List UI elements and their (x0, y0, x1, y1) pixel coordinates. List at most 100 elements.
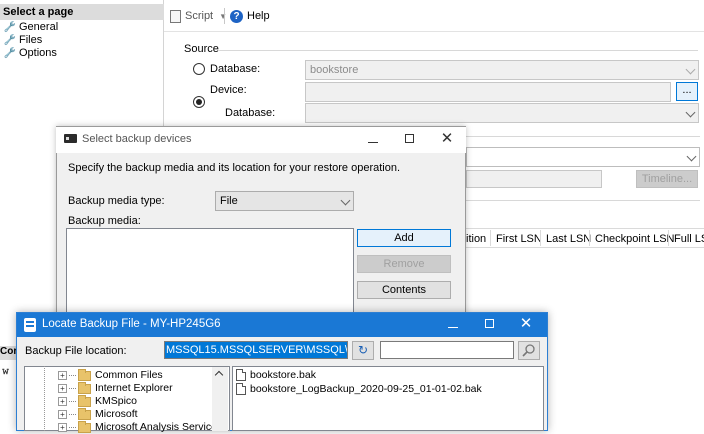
chevron-down-icon (685, 64, 696, 75)
script-button[interactable]: Script ▼ (170, 8, 227, 24)
folder-icon (78, 381, 91, 394)
tree-connector (69, 401, 76, 402)
page-item-options[interactable]: 🔧 Options (4, 47, 57, 60)
tree-item[interactable]: + Common Files (58, 368, 163, 382)
maximize-button[interactable] (394, 131, 424, 147)
minimize-icon (368, 142, 378, 143)
connection-header-peek: Cor (0, 346, 16, 360)
chevron-down-icon (686, 151, 697, 162)
folder-icon (78, 368, 91, 381)
tree-scrollbar[interactable] (212, 367, 228, 431)
column-header-last-lsn[interactable]: Last LSN (546, 232, 591, 246)
tree-item-label: Common Files (95, 369, 163, 381)
backup-location-input[interactable]: MSSQL15.MSSQLSERVER\MSSQL\Backup (164, 341, 348, 359)
tree-item[interactable]: + Internet Explorer (58, 381, 173, 395)
maximize-button[interactable] (474, 316, 504, 332)
search-button[interactable] (518, 341, 540, 360)
tree-item-label: Microsoft Analysis Services (95, 421, 223, 433)
page-item-label: Options (19, 47, 57, 59)
chevron-down-icon (340, 195, 351, 206)
wrench-icon: 🔧 (3, 47, 16, 59)
search-input[interactable] (380, 341, 514, 359)
backup-media-label: Backup media: (68, 215, 141, 227)
backup-device-icon (64, 134, 77, 143)
device-radio[interactable] (193, 96, 205, 108)
browse-device-button[interactable]: ... (676, 82, 698, 101)
tree-item[interactable]: + KMSpico (58, 394, 137, 408)
source-section-label: Source (184, 43, 219, 55)
source-database-combo[interactable]: bookstore (305, 60, 699, 80)
expand-icon: + (58, 410, 67, 419)
divider (466, 200, 700, 201)
minimize-button[interactable] (358, 131, 388, 147)
expand-icon: + (58, 384, 67, 393)
page-item-label: Files (19, 34, 43, 46)
remove-button[interactable]: Remove (357, 255, 451, 273)
add-button[interactable]: Add (357, 229, 451, 247)
restore-to-combo[interactable] (466, 147, 700, 167)
dialog-description: Specify the backup media and its locatio… (68, 162, 401, 174)
column-header-position[interactable]: ition (466, 232, 486, 246)
timeline-button[interactable]: Timeline... (636, 170, 698, 188)
column-separator (589, 230, 590, 246)
folder-icon (78, 420, 91, 433)
file-item-label: bookstore.bak (250, 369, 316, 381)
wrench-icon: 🔧 (3, 34, 16, 46)
close-button[interactable]: ✕ (432, 131, 462, 147)
file-icon (236, 383, 246, 395)
database-radio[interactable] (193, 63, 205, 75)
chevron-down-icon (685, 107, 696, 118)
tree-item-label: Internet Explorer (95, 382, 173, 394)
minimize-button[interactable] (438, 316, 468, 332)
column-header-checkpoint-lsn[interactable]: Checkpoint LSN (595, 232, 675, 246)
maximize-icon (404, 134, 414, 143)
backup-location-value: MSSQL15.MSSQLSERVER\MSSQL\Backup (165, 342, 347, 358)
close-icon: ✕ (519, 315, 533, 332)
chevron-up-icon[interactable] (214, 370, 224, 380)
page-item-files[interactable]: 🔧 Files (3, 34, 43, 47)
search-icon (522, 344, 535, 357)
refresh-button[interactable]: ↻ (352, 341, 374, 360)
device-field[interactable] (305, 82, 671, 102)
media-type-select[interactable]: File (215, 191, 354, 211)
script-icon (170, 9, 181, 23)
contents-button[interactable]: Contents (357, 281, 451, 299)
page-item-general[interactable]: 🔧 General (4, 21, 59, 34)
tree-item[interactable]: + Microsoft Analysis Services (58, 420, 223, 434)
column-header-first-lsn[interactable]: First LSN (496, 232, 542, 246)
tree-connector (69, 388, 76, 389)
refresh-icon: ↻ (357, 343, 369, 357)
close-icon: ✕ (440, 130, 454, 147)
destination-database-combo[interactable] (305, 103, 699, 123)
tree-connector (69, 427, 76, 428)
file-item-label: bookstore_LogBackup_2020-09-25_01-01-02.… (250, 383, 482, 395)
tree-guide-line (44, 366, 45, 431)
divider (218, 50, 698, 51)
column-header-full-lsn[interactable]: Full LS (674, 232, 704, 246)
media-type-label: Backup media type: (68, 195, 165, 207)
tree-connector (69, 375, 76, 376)
folder-icon (78, 394, 91, 407)
column-separator (540, 230, 541, 246)
source-database-value: bookstore (310, 64, 359, 76)
script-label: Script (185, 10, 214, 22)
file-item[interactable]: bookstore_LogBackup_2020-09-25_01-01-02.… (236, 382, 482, 396)
help-button[interactable]: ? Help (230, 8, 270, 24)
backup-media-list[interactable] (66, 228, 354, 318)
tree-item[interactable]: + Microsoft (58, 407, 138, 421)
dialog-title: Select backup devices (82, 133, 192, 145)
restore-to-field[interactable] (466, 170, 602, 188)
dialog-title: Locate Backup File - MY-HP245G6 (42, 318, 221, 330)
toolbar-separator (224, 8, 225, 24)
close-button[interactable]: ✕ (511, 316, 541, 332)
page-item-label: General (19, 21, 59, 33)
select-page-header: Select a page (0, 4, 164, 20)
database-sub-label: Database: (225, 107, 276, 119)
minimize-icon (448, 327, 458, 328)
folder-icon (78, 407, 91, 420)
file-item[interactable]: bookstore.bak (236, 368, 316, 382)
maximize-icon (484, 319, 494, 328)
media-type-value: File (220, 195, 238, 207)
column-separator (490, 230, 491, 246)
device-radio-label: Device: (210, 84, 247, 96)
